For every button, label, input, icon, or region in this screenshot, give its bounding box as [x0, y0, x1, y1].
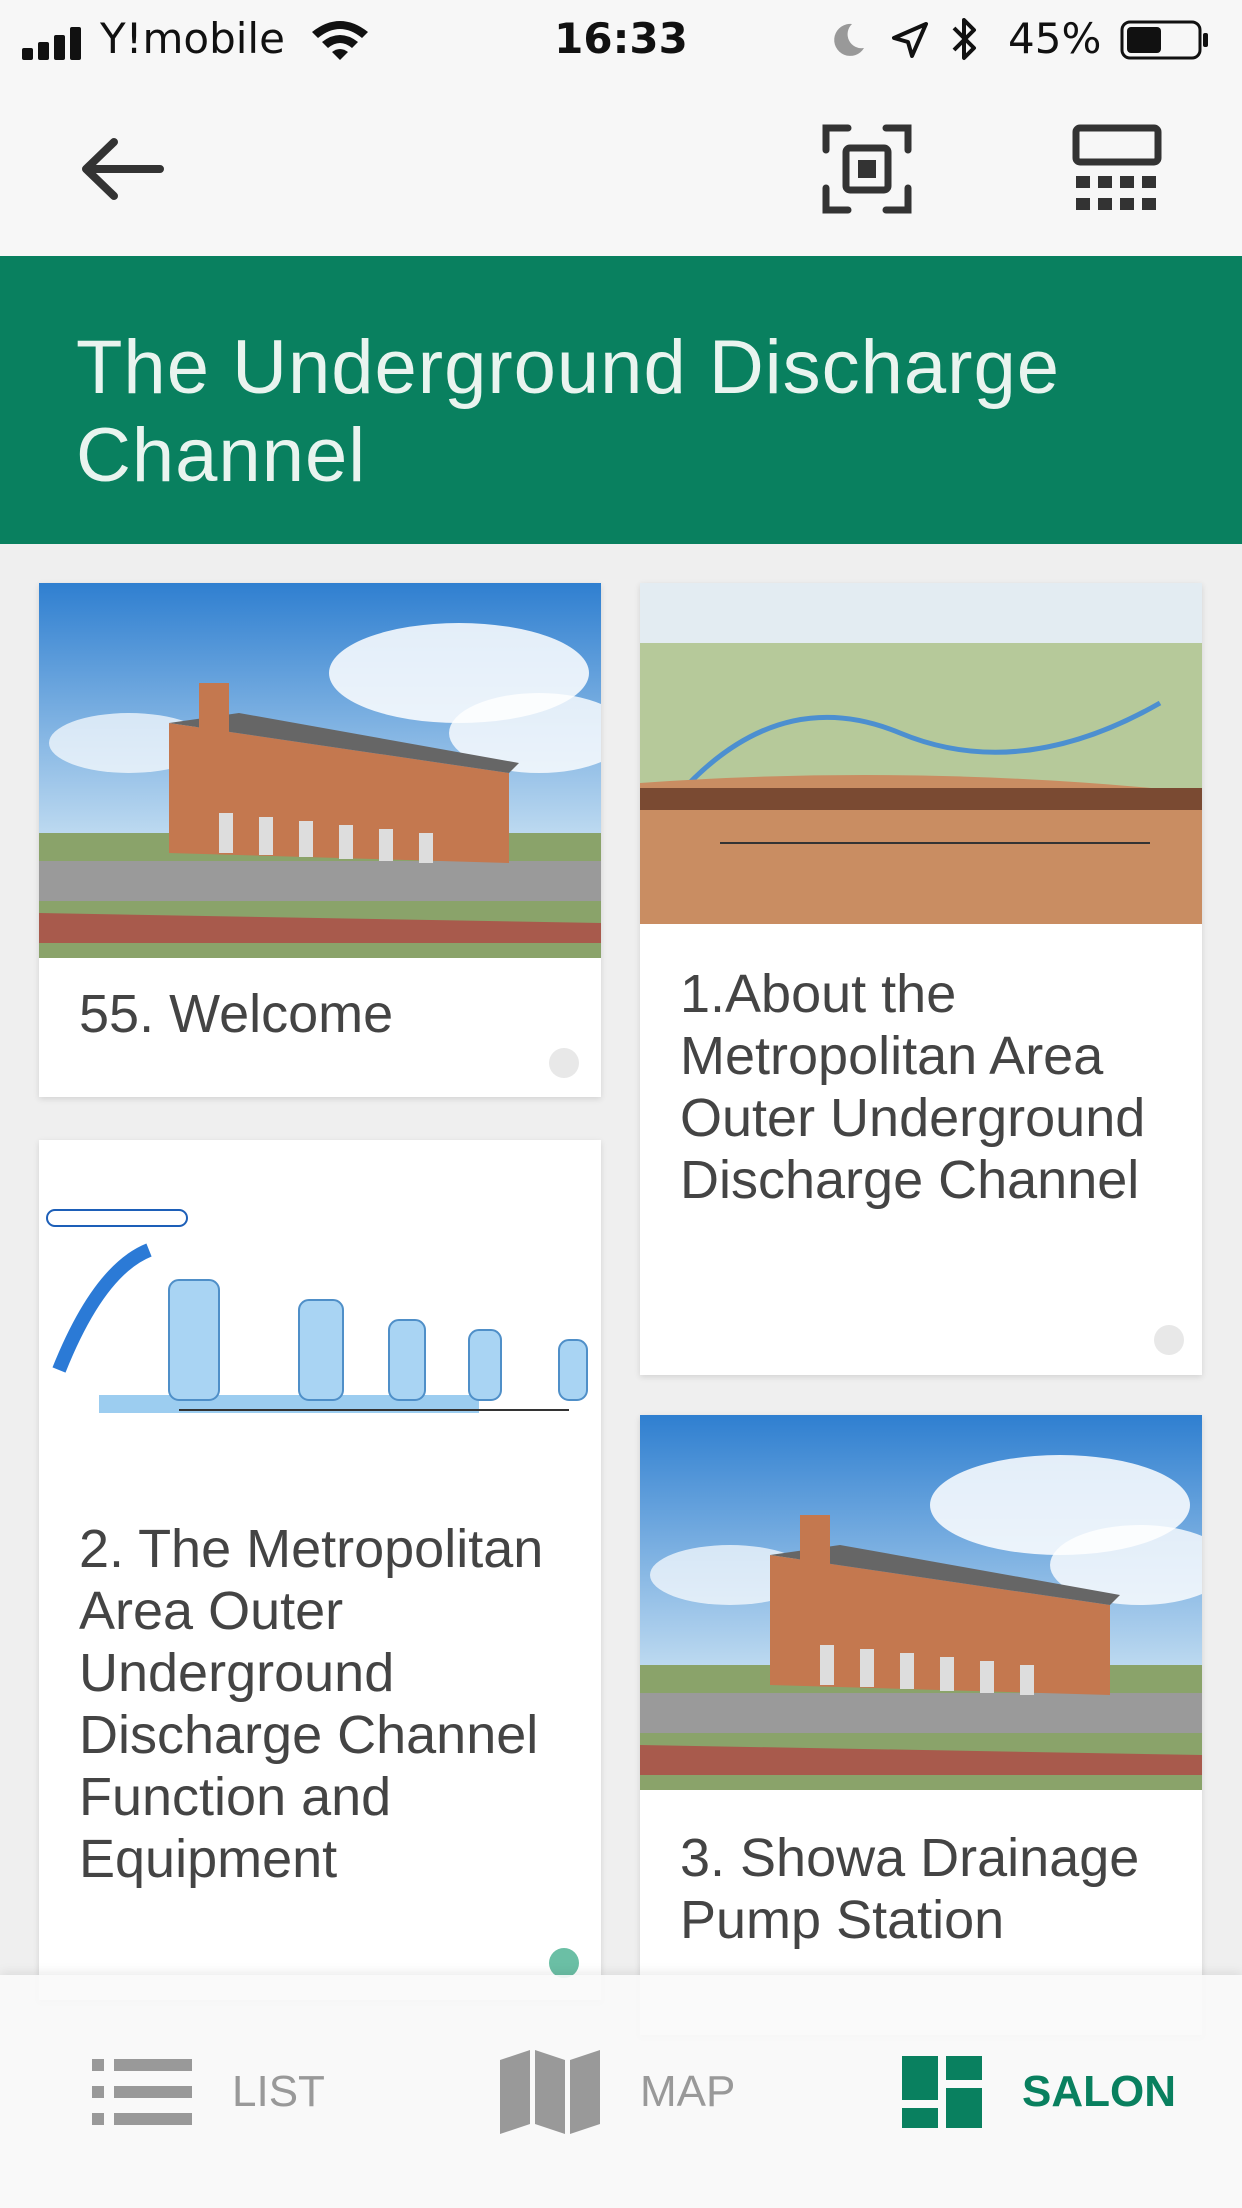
card-label: 2. The Metropolitan Area Outer Undergrou…	[79, 1519, 544, 1889]
configuration-diagram	[39, 1140, 601, 1440]
battery-icon	[1120, 20, 1208, 60]
building-photo	[640, 1415, 1202, 1790]
card-label: 3. Showa Drainage Pump Station	[680, 1828, 1140, 1950]
scan-icon	[822, 124, 912, 214]
bottom-tab-bar: LIST MAP SALON	[0, 1975, 1242, 2208]
page-header: The Underground Discharge Channel	[0, 256, 1242, 544]
status-bar: Y!mobile 16:33 45%	[0, 0, 1242, 80]
tab-map[interactable]: MAP	[500, 1975, 735, 2208]
tab-label: SALON	[1022, 2066, 1176, 2116]
moon-icon	[834, 23, 864, 56]
tab-label: MAP	[640, 2066, 736, 2116]
grid-icon	[902, 2055, 982, 2128]
card-welcome[interactable]: 55. Welcome	[39, 583, 601, 1097]
list-icon	[92, 2058, 192, 2125]
tab-list[interactable]: LIST	[92, 1975, 325, 2208]
bluetooth-icon	[952, 18, 976, 60]
back-arrow-icon	[82, 138, 164, 200]
scan-button[interactable]	[812, 114, 922, 224]
battery-percent: 45%	[1008, 14, 1102, 63]
status-dot	[1154, 1325, 1184, 1355]
overview-diagram	[640, 583, 1202, 924]
nav-bar	[0, 80, 1242, 256]
building-photo	[39, 583, 601, 958]
card-showa-pump[interactable]: 3. Showa Drainage Pump Station	[640, 1415, 1202, 2035]
back-button[interactable]	[66, 114, 176, 224]
status-dot	[549, 1948, 579, 1978]
card-about-channel[interactable]: 1.About the Metropolitan Area Outer Unde…	[640, 583, 1202, 1375]
card-label: 1.About the Metropolitan Area Outer Unde…	[680, 964, 1146, 1210]
location-arrow-icon	[892, 22, 928, 58]
status-dot	[549, 1048, 579, 1078]
page-title: The Underground Discharge Channel	[76, 325, 1060, 498]
calculator-icon	[1072, 124, 1162, 210]
tab-salon[interactable]: SALON	[902, 1975, 1176, 2208]
calculator-button[interactable]	[1062, 114, 1172, 224]
tab-label: LIST	[232, 2066, 325, 2116]
card-function-equipment[interactable]: 2. The Metropolitan Area Outer Undergrou…	[39, 1140, 601, 2000]
map-icon	[500, 2049, 600, 2134]
card-label: 55. Welcome	[79, 984, 394, 1044]
